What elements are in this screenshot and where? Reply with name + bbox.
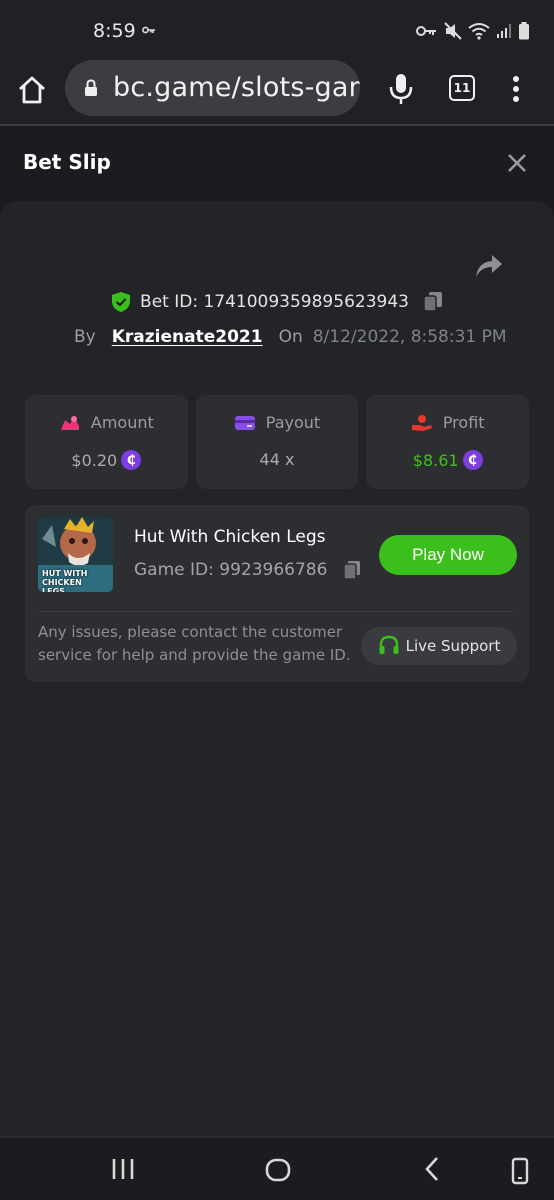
vpn-key-icon: [142, 26, 155, 34]
signal-icon: [497, 24, 511, 38]
copy-bet-id-icon[interactable]: [423, 291, 443, 313]
home-icon[interactable]: [16, 74, 48, 106]
amount-icon: [60, 415, 79, 430]
user-link[interactable]: Krazienate2021: [112, 327, 263, 347]
bet-meta-row: By Krazienate2021 On 8/12/2022, 8:58:31 …: [74, 327, 507, 347]
status-bar: 8:59: [0, 0, 554, 60]
play-now-button[interactable]: Play Now: [379, 535, 517, 575]
wifi-icon: [468, 23, 490, 40]
live-support-button[interactable]: Live Support: [361, 627, 517, 665]
share-icon[interactable]: [474, 253, 504, 279]
lock-icon: [85, 79, 97, 96]
game-id: Game ID: 9923966786: [134, 560, 328, 580]
more-menu-icon[interactable]: [510, 74, 522, 104]
payout-card-icon: [234, 415, 255, 430]
page-title: Bet Slip: [23, 150, 111, 174]
divider: [38, 611, 516, 612]
payout-card: Payout 44 x: [195, 395, 359, 489]
microphone-icon[interactable]: [388, 72, 414, 106]
bet-details-panel: Bet ID: 1741009359895623943 By Krazienat…: [0, 201, 554, 1136]
on-label: On: [278, 327, 303, 347]
verified-shield-icon: [112, 292, 131, 312]
payout-label: Payout: [265, 413, 321, 432]
status-time: 8:59: [93, 20, 136, 42]
help-text: Any issues, please contact the customer …: [38, 623, 351, 664]
coin-icon: ₵: [121, 450, 142, 470]
bet-id-row: Bet ID: 1741009359895623943: [0, 291, 554, 313]
bet-id: Bet ID: 1741009359895623943: [140, 292, 409, 312]
game-thumbnail[interactable]: HUT WITH CHICKEN LEGS: [38, 517, 113, 592]
headset-icon: [379, 635, 399, 654]
live-support-label: Live Support: [405, 637, 501, 655]
copy-game-id-icon[interactable]: [343, 560, 361, 580]
system-nav-bar: [0, 1136, 554, 1200]
amount-label: Amount: [90, 413, 154, 432]
tab-switcher-button[interactable]: 11: [449, 75, 475, 101]
profit-card: Profit $8.61 ₵: [366, 395, 530, 489]
recent-apps-icon[interactable]: [110, 1158, 136, 1180]
game-thumbnail-text: HUT WITH CHICKEN LEGS: [42, 569, 88, 592]
home-nav-icon[interactable]: [264, 1157, 292, 1183]
bet-stats: Amount $0.20 ₵ Payout 44 x Profit $8.61 …: [25, 395, 530, 489]
url-text: bc.game/slots-game: [113, 72, 360, 103]
rotate-screen-icon[interactable]: [510, 1157, 530, 1185]
mute-icon: [444, 22, 462, 40]
game-card: HUT WITH CHICKEN LEGS Hut With Chicken L…: [25, 505, 529, 682]
back-icon[interactable]: [422, 1156, 442, 1182]
game-id-row: Game ID: 9923966786: [134, 560, 361, 580]
payout-value: 44 x: [259, 450, 295, 469]
browser-toolbar: bc.game/slots-game 11: [0, 60, 554, 126]
by-label: By: [74, 327, 96, 347]
profit-value: $8.61: [412, 450, 459, 470]
close-icon[interactable]: [506, 152, 528, 174]
profit-label: Profit: [442, 413, 485, 432]
status-icons: [416, 20, 530, 42]
address-bar[interactable]: bc.game/slots-game: [65, 60, 360, 116]
bet-slip-header: Bet Slip: [0, 127, 554, 199]
amount-value: $0.20: [71, 450, 118, 470]
coin-icon: ₵: [462, 450, 483, 470]
bet-timestamp: 8/12/2022, 8:58:31 PM: [312, 327, 507, 347]
battery-icon: [519, 22, 529, 40]
game-name: Hut With Chicken Legs: [134, 527, 326, 547]
key-icon: [416, 26, 436, 36]
amount-card: Amount $0.20 ₵: [25, 395, 188, 489]
profit-icon: [411, 414, 432, 431]
